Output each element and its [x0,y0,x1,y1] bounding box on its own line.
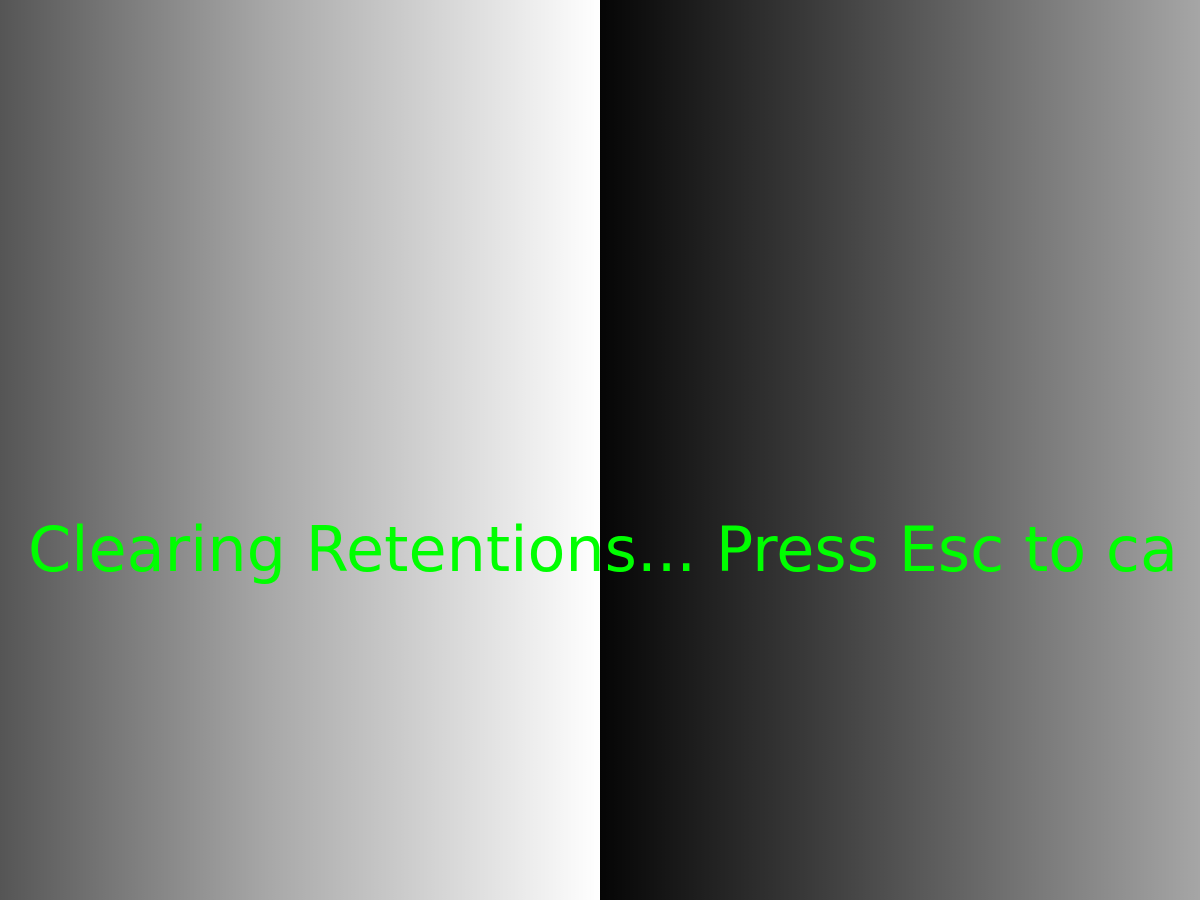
screen-test-pattern: Clearing Retentions... Press Esc to ca [0,0,1200,900]
left-gradient-panel [0,0,600,900]
right-gradient-panel [600,0,1200,900]
status-message: Clearing Retentions... Press Esc to ca [28,513,1178,586]
